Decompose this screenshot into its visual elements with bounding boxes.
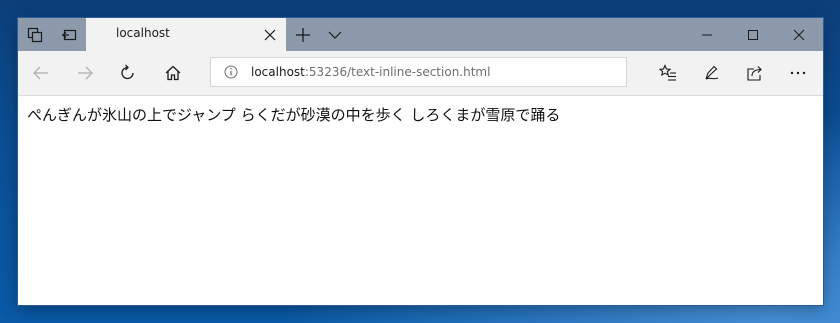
tab-preview-chevron-icon — [328, 30, 342, 40]
back-button[interactable] — [24, 57, 58, 89]
tab-preview-button[interactable] — [318, 18, 352, 51]
favorites-list-icon — [659, 64, 677, 82]
home-button[interactable] — [156, 57, 190, 89]
forward-button[interactable] — [68, 57, 102, 89]
new-tab-icon — [295, 27, 311, 43]
browser-window: localhost localhost:53236/text-inline-se… — [18, 18, 823, 305]
maximize-button[interactable] — [730, 18, 776, 51]
forward-arrow-icon — [76, 65, 94, 81]
inline-sentence: らくだが砂漠の中を歩く — [240, 106, 406, 124]
close-icon — [793, 29, 805, 41]
new-tab-button[interactable] — [286, 18, 320, 51]
active-tab[interactable]: localhost — [86, 18, 286, 51]
inline-sentence: しろくまが雪原で踊る — [410, 106, 561, 124]
tab-list-icon — [27, 27, 43, 43]
minimize-icon — [701, 29, 713, 41]
tab-title: localhost — [116, 26, 170, 40]
maximize-icon — [747, 29, 759, 41]
address-url: localhost:53236/text-inline-section.html — [251, 65, 490, 79]
tab-close-button[interactable] — [260, 25, 280, 45]
refresh-icon — [119, 64, 137, 82]
tab-list-button[interactable] — [18, 18, 52, 51]
address-path: :53236/text-inline-section.html — [304, 65, 491, 79]
pen-icon — [702, 64, 720, 82]
address-bar[interactable]: localhost:53236/text-inline-section.html — [210, 57, 627, 87]
page-content: ぺんぎんが氷山の上でジャンプ らくだが砂漠の中を歩く しろくまが雪原で踊る — [18, 96, 823, 305]
share-icon — [746, 64, 764, 82]
address-host: localhost — [251, 65, 305, 79]
navigation-bar: localhost:53236/text-inline-section.html — [18, 51, 823, 96]
more-icon — [789, 70, 807, 76]
title-bar: localhost — [18, 18, 823, 51]
inline-sentence: ぺんぎんが氷山の上でジャンプ — [27, 106, 236, 124]
close-icon — [264, 29, 276, 41]
refresh-button[interactable] — [111, 57, 145, 89]
window-close-button[interactable] — [776, 18, 822, 51]
home-icon — [164, 64, 182, 82]
back-arrow-icon — [32, 65, 50, 81]
set-aside-tabs-button[interactable] — [52, 18, 86, 51]
minimize-button[interactable] — [684, 18, 730, 51]
web-notes-button[interactable] — [694, 57, 728, 89]
set-aside-tabs-icon — [61, 27, 77, 43]
more-button[interactable] — [781, 57, 815, 89]
favorites-button[interactable] — [651, 57, 685, 89]
inline-text-line: ぺんぎんが氷山の上でジャンプ らくだが砂漠の中を歩く しろくまが雪原で踊る — [27, 104, 560, 125]
site-info-icon[interactable] — [223, 64, 239, 80]
share-button[interactable] — [738, 57, 772, 89]
